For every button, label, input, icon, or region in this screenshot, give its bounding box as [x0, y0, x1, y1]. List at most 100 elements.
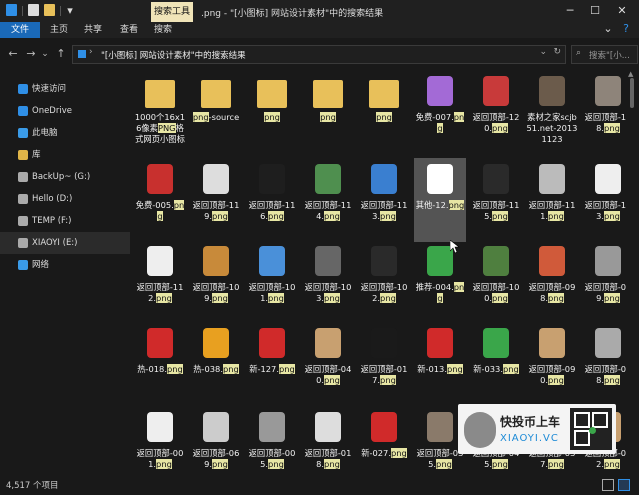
file-item[interactable]: 返回顶部-113.png [358, 158, 410, 242]
search-match-highlight: pn [324, 459, 335, 469]
file-item[interactable]: 返回顶部-068.png [582, 322, 626, 406]
sidebar-item[interactable]: 网络 [0, 254, 130, 276]
help-icon[interactable]: ? [616, 21, 636, 37]
tab-file[interactable]: 文件 [0, 22, 40, 38]
file-item[interactable]: png [246, 70, 298, 154]
chevron-down-icon[interactable]: ▾ [64, 2, 76, 20]
file-item[interactable]: 1000个16x16像素PNG格式网页小图标 [134, 70, 186, 154]
file-item[interactable]: 返回顶部-005.png [246, 406, 298, 473]
back-arrow-icon[interactable]: ← [6, 47, 20, 61]
file-item[interactable]: 返回顶部-001.png [134, 406, 186, 473]
file-name: 返回顶部-017.png [358, 364, 410, 386]
file-name: 其他-12.png [414, 200, 466, 211]
file-item[interactable]: 返回顶部-101.png [246, 240, 298, 324]
file-item[interactable]: png-source [190, 70, 242, 154]
file-item[interactable]: 返回顶部-113.png [582, 158, 626, 242]
file-item[interactable]: 返回顶部-098.png [526, 240, 578, 324]
file-item[interactable]: 返回顶部-115.png [470, 158, 522, 242]
search-match-highlight: pn [492, 293, 503, 303]
collapse-ribbon-icon[interactable]: ⌄ [598, 21, 618, 37]
forward-arrow-icon[interactable]: → [24, 47, 38, 61]
file-name: 返回顶部-001.png [134, 448, 186, 470]
file-item[interactable]: 其他-12.png [414, 158, 466, 242]
file-name: 返回顶部-090.png [526, 364, 578, 386]
new-folder-icon[interactable] [44, 4, 55, 16]
file-name: 热-018.png [134, 364, 186, 375]
file-item[interactable]: 返回顶部-017.png [358, 322, 410, 406]
search-match-highlight: pn [604, 459, 615, 469]
file-item[interactable]: 返回顶部-114.png [302, 158, 354, 242]
vertical-scrollbar[interactable]: ▲ [626, 70, 638, 473]
search-placeholder: 搜索"[小... [589, 51, 630, 61]
back-top-icon [147, 412, 173, 442]
file-item[interactable]: 新-027.png [358, 406, 410, 473]
file-name-suffix: g [278, 293, 284, 303]
search-input[interactable]: 搜索"[小... ⌕ [571, 45, 638, 64]
maximize-icon[interactable]: ☐ [585, 2, 605, 20]
sidebar-item[interactable]: 此电脑 [0, 122, 130, 144]
file-item[interactable]: 热-018.png [134, 322, 186, 406]
file-item[interactable]: 返回顶部-069.png [190, 406, 242, 473]
search-match-highlight: pn [268, 459, 279, 469]
sidebar-item[interactable]: BackUp~ (G:) [0, 166, 130, 188]
file-item[interactable]: 返回顶部-119.png [190, 158, 242, 242]
refresh-icon[interactable]: ↻ [553, 47, 561, 57]
file-item[interactable]: 返回顶部-116.png [246, 158, 298, 242]
scroll-up-icon[interactable]: ▲ [628, 70, 633, 78]
properties-icon[interactable] [28, 4, 39, 16]
minimize-icon[interactable]: ─ [560, 2, 580, 20]
file-item[interactable]: png [302, 70, 354, 154]
close-icon[interactable]: ✕ [612, 2, 632, 20]
file-name-suffix: g [166, 293, 172, 303]
back-top-icon [595, 246, 621, 276]
details-view-icon[interactable] [602, 479, 614, 491]
chevron-down-icon[interactable]: ⌄ [539, 47, 547, 57]
file-item[interactable]: png [358, 70, 410, 154]
file-item[interactable]: 新-127.png [246, 322, 298, 406]
large-icons-view-icon[interactable] [618, 479, 630, 491]
file-item[interactable]: 素材之家scjb51.net-20131123 [526, 70, 578, 154]
file-item[interactable]: 返回顶部-018.png [302, 406, 354, 473]
file-item[interactable]: 返回顶部-102.png [358, 240, 410, 324]
file-item[interactable]: 新-013.png [414, 322, 466, 406]
tab-search[interactable]: 搜索 [148, 22, 178, 38]
watermark-en: XIAOYI.VC [500, 433, 559, 444]
file-item[interactable]: 返回顶部-120.png [470, 70, 522, 154]
file-item[interactable]: 返回顶部-118.png [582, 70, 626, 154]
file-item[interactable]: 新-033.png [470, 322, 522, 406]
file-item[interactable]: 返回顶部-090.png [526, 322, 578, 406]
file-item[interactable]: 返回顶部-103.png [302, 240, 354, 324]
address-field[interactable]: › "[小图标] 网站设计素材"中的搜索结果 ⌄ ↻ [72, 45, 566, 64]
context-tab-search-tools[interactable]: 搜索工具 [151, 2, 193, 22]
sidebar-item[interactable]: OneDrive [0, 100, 130, 122]
sidebar-item[interactable]: Hello (D:) [0, 188, 130, 210]
scrollbar-thumb[interactable] [630, 78, 634, 108]
file-name: 返回顶部-113.png [582, 200, 626, 222]
back-top-icon [371, 328, 397, 358]
sidebar-item[interactable]: TEMP (F:) [0, 210, 130, 232]
tab-share[interactable]: 共享 [78, 22, 108, 38]
file-name: 新-013.png [414, 364, 466, 375]
tab-home[interactable]: 主页 [44, 22, 74, 38]
file-item[interactable]: 免费-005.png [134, 158, 186, 242]
file-item[interactable]: 返回顶部-100.png [470, 240, 522, 324]
file-name-suffix: g [614, 211, 620, 221]
back-top-icon [315, 246, 341, 276]
file-name-part: 热-018. [137, 364, 167, 374]
file-item[interactable]: 返回顶部-099.png [582, 240, 626, 324]
sidebar-item[interactable]: 快速访问 [0, 78, 130, 100]
recent-locations-icon[interactable]: ⌄ [40, 47, 50, 61]
tab-view[interactable]: 查看 [114, 22, 144, 38]
sidebar-item[interactable]: 库 [0, 144, 130, 166]
file-item[interactable]: 返回顶部-040.png [302, 322, 354, 406]
file-item[interactable]: 返回顶部-111.png [526, 158, 578, 242]
file-item[interactable]: 热-038.png [190, 322, 242, 406]
up-arrow-icon[interactable]: ↑ [54, 47, 68, 61]
sidebar-item[interactable]: XIAOYI (E:) [0, 232, 130, 254]
file-item[interactable]: 返回顶部-109.png [190, 240, 242, 324]
file-name: 返回顶部-018.png [302, 448, 354, 470]
mouse-cursor-icon [450, 240, 460, 254]
file-item[interactable]: 返回顶部-112.png [134, 240, 186, 324]
file-item[interactable]: 免费-007.png [414, 70, 466, 154]
rocket-icon [371, 164, 397, 194]
